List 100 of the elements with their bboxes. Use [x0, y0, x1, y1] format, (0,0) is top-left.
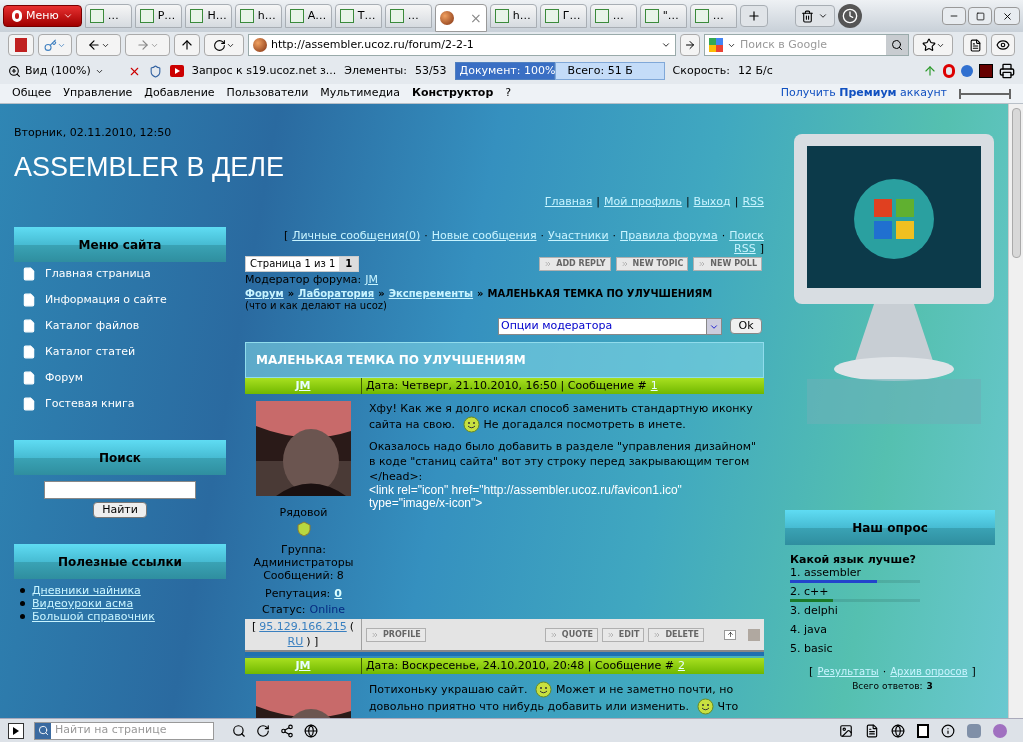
share-icon[interactable]	[280, 723, 294, 738]
ip-link[interactable]: 95.129.166.215	[259, 621, 347, 636]
reputation-link[interactable]: 0	[334, 587, 342, 600]
moderator-options-select[interactable]: Опции модератора	[498, 318, 722, 335]
ok-button[interactable]: Ok	[730, 318, 762, 334]
video-icon[interactable]	[169, 65, 184, 77]
browser-tab[interactable]: H…	[184, 4, 232, 28]
menu-link[interactable]: Информация о сайте	[45, 291, 167, 309]
print-icon[interactable]	[999, 63, 1015, 79]
post-action-button[interactable]: QUOTE	[544, 627, 598, 642]
notes-button[interactable]	[963, 34, 987, 56]
find-field[interactable]: Найти на странице	[34, 721, 214, 740]
menu-item[interactable]: Мультимедиа	[320, 85, 400, 102]
info-icon[interactable]	[941, 723, 955, 738]
menu-link[interactable]: Гостевая книга	[45, 395, 135, 413]
maximize-button[interactable]	[968, 7, 992, 25]
forum-action-button[interactable]: NEW POLL	[693, 257, 762, 271]
minimize-button[interactable]	[942, 7, 966, 25]
view-button[interactable]	[991, 34, 1015, 56]
search-icon[interactable]	[232, 723, 246, 738]
moderator-link[interactable]: JM	[365, 273, 379, 286]
up-button[interactable]	[174, 34, 200, 56]
menu-link[interactable]: Форум	[45, 369, 83, 387]
trash-button[interactable]	[794, 5, 835, 27]
browser-tab[interactable]: …	[84, 4, 132, 28]
menu-item[interactable]: Конструктор	[411, 85, 494, 102]
useful-link[interactable]: Видеоуроки асма	[32, 597, 134, 610]
browser-tab[interactable]: Г…	[539, 4, 587, 28]
forum-link[interactable]: Личные сообщения(0)	[292, 229, 421, 242]
browser-tab[interactable]: "…	[639, 4, 687, 28]
upload-icon[interactable]	[923, 64, 937, 78]
panel-button[interactable]	[8, 34, 34, 56]
post-action-button[interactable]: DELETE	[648, 627, 704, 642]
pager-page[interactable]: 1	[339, 257, 359, 271]
forum-link[interactable]: Новые сообщения	[431, 229, 537, 242]
browser-tab[interactable]: h…	[489, 4, 537, 28]
forum-link[interactable]: Участники	[548, 229, 609, 242]
menu-item[interactable]: ?	[505, 85, 512, 102]
nav-link[interactable]: Главная	[544, 193, 593, 210]
nav-link[interactable]: Мой профиль	[604, 193, 682, 210]
key-button[interactable]	[38, 34, 72, 56]
new-tab-button[interactable]	[739, 5, 768, 27]
useful-link[interactable]: Большой справочник	[32, 610, 155, 623]
opera-icon[interactable]	[943, 64, 955, 78]
zoom-button[interactable]: Вид (100%)	[8, 62, 104, 80]
menu-button[interactable]: Меню	[3, 5, 82, 27]
palette-icon[interactable]	[993, 723, 1007, 738]
menu-link[interactable]: Главная страница	[45, 265, 151, 283]
profile-button[interactable]: PROFILE	[366, 627, 426, 642]
menu-link[interactable]: Каталог файлов	[45, 317, 140, 335]
browser-tab[interactable]: ×	[434, 4, 487, 32]
nav-link[interactable]: Выход	[693, 193, 731, 210]
sync-icon[interactable]	[256, 723, 270, 738]
image-icon[interactable]	[839, 723, 853, 738]
address-field[interactable]: http://assembler.ucoz.ru/forum/2-2-1	[248, 34, 676, 56]
clock-button[interactable]	[837, 4, 862, 28]
search-field[interactable]: Поиск в Google	[704, 34, 909, 56]
search-button[interactable]: Найти	[93, 502, 147, 518]
globe-icon[interactable]	[304, 723, 318, 738]
menu-item[interactable]: Пользователи	[226, 85, 309, 102]
search-input[interactable]	[44, 481, 196, 499]
reload-button[interactable]	[204, 34, 244, 56]
breadcrumb-link[interactable]: Эксперементы	[388, 288, 474, 300]
browser-tab[interactable]: …	[689, 4, 737, 28]
shield-icon[interactable]	[148, 64, 162, 78]
menu-item[interactable]: Управление	[63, 85, 133, 102]
document-icon[interactable]	[865, 723, 879, 738]
browser-tab[interactable]: …	[589, 4, 637, 28]
close-tab-button[interactable]: ×	[470, 7, 482, 29]
browser-tab[interactable]: A…	[284, 4, 332, 28]
menu-link[interactable]: Каталог статей	[45, 343, 136, 361]
menu-item[interactable]: Общее	[12, 85, 52, 102]
go-button[interactable]	[680, 34, 700, 56]
breadcrumb-link[interactable]: Форум	[245, 288, 284, 300]
browser-tab[interactable]: h…	[234, 4, 282, 28]
select-checkbox[interactable]	[748, 628, 760, 641]
network-icon[interactable]	[891, 723, 905, 738]
close-button[interactable]	[994, 7, 1020, 25]
scrollbar[interactable]	[1008, 104, 1023, 718]
premium-link[interactable]: Получить Премиум аккаунт	[780, 85, 947, 102]
more-icon[interactable]	[961, 65, 973, 77]
panel-icon[interactable]	[917, 723, 929, 738]
back-button[interactable]	[76, 34, 121, 56]
panel-toggle-button[interactable]	[8, 722, 24, 739]
menu-item[interactable]: Добавление	[144, 85, 215, 102]
breadcrumb-link[interactable]: Лаборатория	[298, 288, 375, 300]
forum-action-button[interactable]: ADD REPLY	[539, 257, 611, 271]
bookmark-button[interactable]	[913, 34, 953, 56]
browser-tab[interactable]: …	[384, 4, 432, 28]
browser-tab[interactable]: T…	[334, 4, 382, 28]
scroll-top-button[interactable]	[724, 629, 736, 640]
post-action-button[interactable]: EDIT	[601, 627, 645, 642]
site-title: ASSEMBLER В ДЕЛЕ	[14, 151, 286, 182]
forum-link[interactable]: Правила форума	[620, 229, 718, 242]
country-link[interactable]: RU	[287, 635, 304, 650]
forum-action-button[interactable]: NEW TOPIC	[615, 257, 689, 271]
useful-link[interactable]: Дневники чайника	[32, 584, 141, 597]
browser-tab[interactable]: P…	[134, 4, 182, 28]
tab-favicon-icon	[594, 9, 609, 23]
slider-handle[interactable]	[959, 88, 1011, 99]
